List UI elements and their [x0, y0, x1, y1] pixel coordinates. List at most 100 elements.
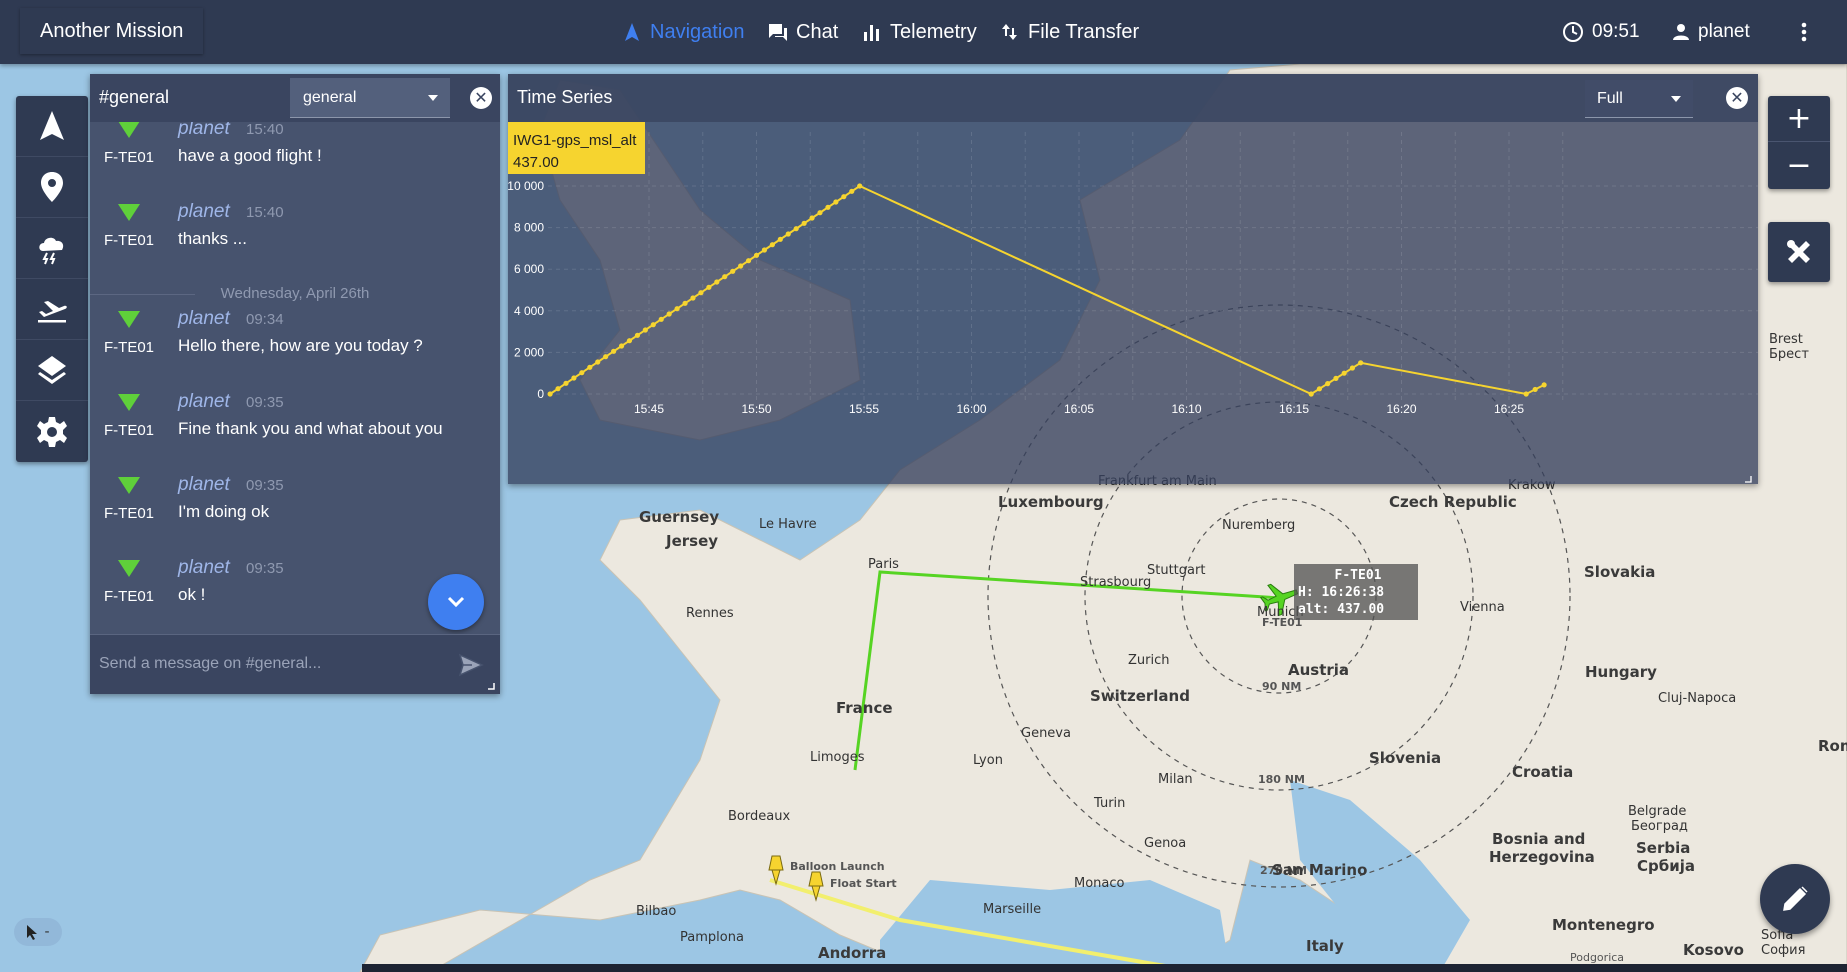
data-point: [825, 204, 831, 210]
svg-text:Andorra: Andorra: [818, 944, 886, 962]
data-point: [666, 311, 672, 317]
zoom-in-button[interactable]: +: [1768, 96, 1830, 142]
x-tick-label: 16:00: [956, 402, 986, 416]
resize-handle-icon[interactable]: [1745, 476, 1752, 483]
x-tick-label: 16:05: [1064, 402, 1094, 416]
layers-icon: [38, 356, 66, 384]
y-axis: 0 2 000 4 000 6 000 8 000 10 000: [508, 179, 544, 401]
resize-handle-icon[interactable]: [487, 682, 495, 690]
tool-navigation[interactable]: [16, 96, 88, 157]
data-point: [626, 338, 633, 344]
cursor-coordinates: -: [14, 918, 62, 946]
message-callsign: F-TE01: [104, 422, 155, 439]
aircraft-info-label[interactable]: F-TE01 H: 16:26:38 alt: 437.00: [1294, 564, 1418, 620]
data-point: [579, 370, 585, 376]
x-tick-label: 16:15: [1279, 402, 1309, 416]
message-author: planet: [178, 201, 230, 222]
data-point: [761, 247, 768, 253]
transfer-icon: [1002, 24, 1017, 40]
message-time: 15:40: [246, 204, 284, 221]
cursor-icon: [27, 925, 38, 940]
message-text: thanks ...: [178, 229, 247, 248]
message-list[interactable]: F-TE01 planet 15:40 have a good flight !…: [90, 122, 500, 682]
svg-text:Serbia: Serbia: [1636, 839, 1690, 857]
svg-text:Slovenia: Slovenia: [1369, 749, 1441, 767]
svg-text:Pamplona: Pamplona: [680, 930, 744, 945]
mission-title[interactable]: Another Mission: [20, 8, 204, 54]
data-point: [1316, 386, 1323, 392]
svg-text:Nuremberg: Nuremberg: [1222, 518, 1295, 533]
message-author: planet: [178, 308, 230, 329]
person-icon: [1673, 24, 1689, 40]
data-point: [595, 359, 601, 365]
data-point: [1325, 381, 1331, 387]
clock-time: 09:51: [1592, 21, 1640, 42]
channel-select[interactable]: general: [290, 78, 450, 118]
pencil-icon: [1783, 886, 1808, 911]
tool-layers[interactable]: [16, 340, 88, 401]
close-time-series-button[interactable]: ✕: [1726, 87, 1748, 109]
data-point: [698, 290, 704, 296]
user-menu[interactable]: planet: [1672, 0, 1750, 64]
data-point: [714, 279, 720, 285]
send-icon[interactable]: [458, 653, 484, 677]
svg-text:Geneva: Geneva: [1021, 726, 1071, 741]
svg-text:Slovakia: Slovakia: [1584, 563, 1655, 581]
close-chat-button[interactable]: ✕: [470, 87, 492, 109]
data-point: [1341, 370, 1347, 376]
aircraft-marker-icon: [118, 311, 140, 328]
svg-text:Balloon Launch: Balloon Launch: [790, 860, 885, 873]
chart-series: [547, 183, 1547, 397]
tab-chat[interactable]: Chat: [768, 0, 838, 64]
message-text: have a good flight !: [178, 146, 322, 165]
svg-text:Austria: Austria: [1288, 661, 1349, 679]
chat-message-input[interactable]: [99, 649, 439, 679]
data-point: [1541, 382, 1547, 388]
chat-message: F-TE01 planet 09:35 Fine thank you and w…: [90, 391, 500, 471]
data-point: [1308, 391, 1314, 397]
chevron-down-icon: [428, 95, 438, 101]
tab-telemetry[interactable]: Telemetry: [862, 0, 977, 64]
navigation-arrow-icon: [625, 23, 639, 41]
tab-chat-label: Chat: [796, 20, 839, 43]
data-point: [833, 199, 839, 205]
tab-navigation[interactable]: Navigation: [622, 0, 745, 64]
chat-message: F-TE01 planet 15:40 thanks ...: [90, 201, 500, 281]
range-select[interactable]: Full: [1585, 80, 1693, 118]
scroll-to-bottom-button[interactable]: [428, 574, 484, 630]
tab-file-transfer-label: File Transfer: [1028, 20, 1140, 43]
data-point: [682, 300, 688, 306]
time-series-chart[interactable]: 02 0004 0006 0008 00010 000 15:45 15:50 15…: [508, 122, 1758, 484]
more-vert-icon[interactable]: [1790, 16, 1818, 48]
svg-text:Roma: Roma: [1818, 737, 1847, 755]
zoom-out-button[interactable]: −: [1768, 142, 1830, 188]
message-author: planet: [178, 391, 230, 412]
time-series-panel: Time Series Full ✕ 0 2 000 4 000 6 000 8 000…: [508, 74, 1758, 484]
chart-legend: IWG1-gps_msl_alt 437.00: [508, 122, 645, 174]
svg-text:Italy: Italy: [1306, 937, 1344, 955]
data-point: [555, 386, 561, 392]
data-point: [730, 268, 736, 274]
svg-text:Bilbao: Bilbao: [636, 904, 676, 919]
tab-file-transfer[interactable]: File Transfer: [1000, 0, 1139, 64]
tool-settings[interactable]: [16, 401, 88, 462]
tool-waypoints[interactable]: [16, 157, 88, 218]
svg-text:Vienna: Vienna: [1460, 600, 1505, 615]
gear-icon: [37, 416, 67, 447]
message-time: 15:40: [246, 122, 284, 138]
svg-text:France: France: [836, 699, 893, 717]
x-tick-label: 15:45: [634, 402, 664, 416]
tool-weather[interactable]: [16, 218, 88, 279]
edit-button[interactable]: [1760, 864, 1830, 934]
data-point: [841, 194, 847, 200]
aircraft-marker-icon: [118, 477, 140, 494]
chat-composer: [90, 634, 500, 694]
y-tick-label: 4 000: [514, 304, 544, 318]
data-point: [706, 284, 712, 290]
tools-button[interactable]: [1768, 222, 1830, 282]
weather-storm-icon: [39, 237, 64, 265]
tool-flight-plan[interactable]: [16, 279, 88, 340]
svg-text:90 NM: 90 NM: [1262, 680, 1301, 693]
data-point: [1523, 391, 1529, 397]
data-point: [817, 210, 823, 216]
